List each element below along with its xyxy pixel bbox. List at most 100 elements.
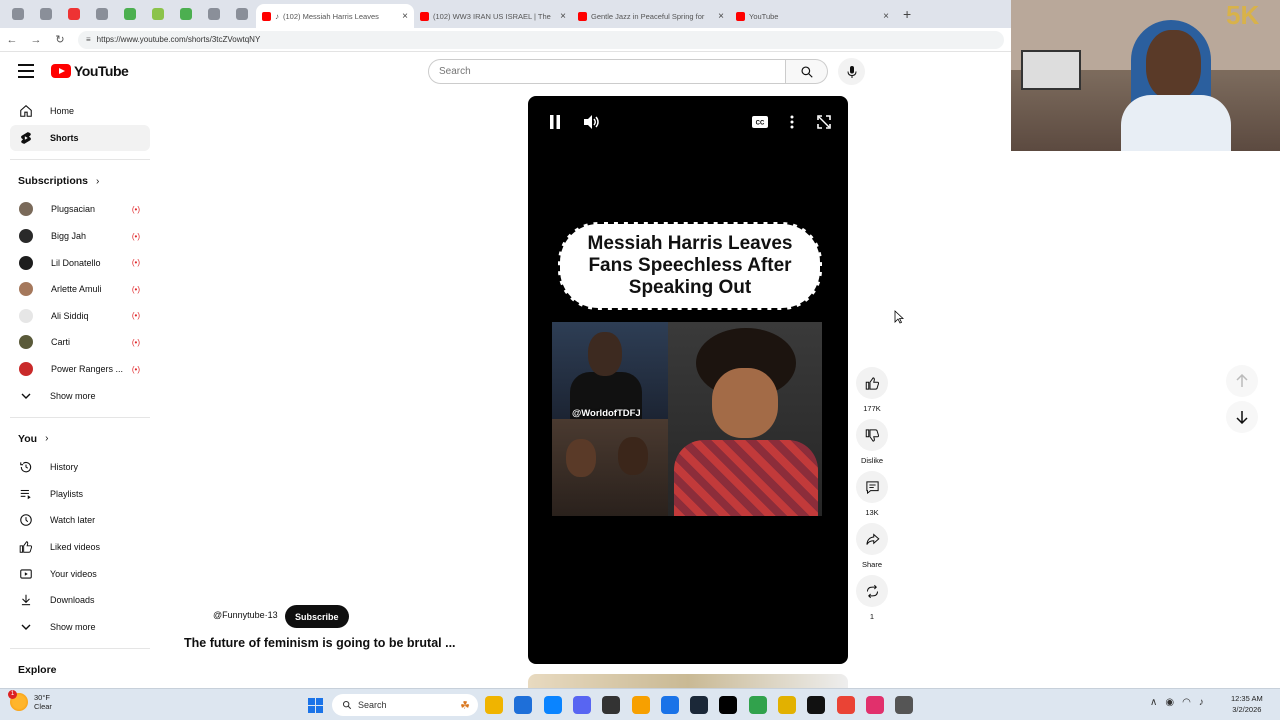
back-icon[interactable]: ← [0,34,24,46]
browser-tab[interactable]: YouTube × [730,4,895,28]
menu-icon[interactable] [18,64,34,78]
taskbar-app-icon[interactable] [602,696,621,714]
youtube-logo[interactable]: YouTube [51,63,129,79]
taskbar-app-icon[interactable] [778,696,796,714]
network-icon[interactable]: ◉ [1165,697,1174,708]
sidebar-item-watch-later[interactable]: Watch later [10,507,150,534]
sidebar-item-your-videos[interactable]: Your videos [10,560,150,587]
previous-short-button[interactable] [1226,365,1258,397]
new-tab-button[interactable]: + [903,6,911,22]
subscription-item[interactable]: Carti (•) [10,329,150,356]
pinned-tab[interactable] [32,3,60,25]
sidebar-item-home[interactable]: Home [10,98,150,125]
sidebar-item-history[interactable]: History [10,454,150,481]
taskbar-app-icon[interactable] [572,696,591,714]
tab-close-icon[interactable]: × [560,11,566,22]
remix-action: 1 [856,575,888,621]
tab-close-icon[interactable]: × [402,11,408,22]
url-field[interactable]: ≡ https://www.youtube.com/shorts/3tcZVow… [78,30,1004,49]
pinned-tab[interactable] [200,3,228,25]
captions-button[interactable]: CC [750,112,770,132]
subscription-item[interactable]: Lil Donatello (•) [10,249,150,276]
taskbar-app-icon[interactable] [719,696,738,714]
you-heading[interactable]: You › [10,424,150,454]
logo-text: YouTube [74,63,129,79]
comments-button[interactable] [856,471,888,503]
taskbar-app-icon[interactable] [836,696,855,714]
sidebar-item-label: Home [50,106,75,117]
system-tray[interactable]: ∧ ◉ ◠ ♪ [1150,697,1204,708]
taskbar-app-icon[interactable] [748,696,767,714]
tray-overflow-icon[interactable]: ∧ [1150,697,1157,708]
channel-handle[interactable]: @Funnytube·13 [213,610,278,620]
subscription-item[interactable]: Arlette Amuli (•) [10,276,150,303]
fullscreen-button[interactable] [814,112,834,132]
sidebar-item-liked-videos[interactable]: Liked videos [10,534,150,561]
next-short-button[interactable] [1226,401,1258,433]
taskbar-app-icon[interactable] [660,696,679,714]
pinned-tab[interactable] [172,3,200,25]
browser-tab[interactable]: ♪ (102) Messiah Harris Leaves × [256,4,414,28]
your-videos-icon [18,566,34,582]
mouse-cursor-icon [894,310,904,324]
pause-button[interactable] [545,112,565,132]
subscribe-button[interactable]: Subscribe [285,605,349,628]
reload-icon[interactable]: ↻ [48,33,72,46]
pinned-tab[interactable] [228,3,256,25]
sidebar-item-playlists[interactable]: Playlists [10,481,150,508]
share-icon [865,532,880,545]
volume-icon [584,115,599,129]
sidebar-item-downloads[interactable]: Downloads [10,587,150,614]
pinned-tab[interactable] [144,3,172,25]
taskbar-app-icon[interactable] [631,696,650,714]
dislike-button[interactable] [856,419,888,451]
tab-close-icon[interactable]: × [718,11,724,22]
search-button[interactable] [786,59,828,84]
video-title[interactable]: The future of feminism is going to be br… [184,636,456,650]
windows-start-icon[interactable] [308,698,323,713]
more-options-button[interactable] [782,112,802,132]
show-more-you[interactable]: Show more [10,614,150,641]
show-more-subscriptions[interactable]: Show more [10,382,150,409]
taskbar-app-icon[interactable] [514,696,533,714]
subscription-item[interactable]: Plugsacian (•) [10,196,150,223]
volume-icon[interactable]: ♪ [1199,697,1204,708]
sidebar-item-label: Liked videos [50,542,101,553]
voice-search-button[interactable] [838,58,865,85]
browser-tab[interactable]: (102) WW3 IRAN US ISRAEL | The × [414,4,572,28]
remix-button[interactable] [856,575,888,607]
share-button[interactable] [856,523,888,555]
taskbar-search[interactable]: Search ☘ [332,694,478,716]
wifi-icon[interactable]: ◠ [1182,697,1191,708]
taskbar-app-icon[interactable] [895,696,914,714]
clock[interactable]: 12:35 AM 3/2/2026 [1231,693,1263,715]
browser-tab[interactable]: Gentle Jazz in Peaceful Spring for × [572,4,730,28]
shorts-player[interactable]: CC Messiah Harris Leaves Fans Speechless… [528,96,848,664]
tab-audio-icon[interactable]: ♪ [275,12,279,21]
pinned-tab[interactable] [88,3,116,25]
channel-avatar [19,308,33,323]
svg-text:CC: CC [756,121,765,127]
weather-widget[interactable]: 1 30°F Clear [8,690,52,711]
site-info-icon[interactable]: ≡ [86,35,91,44]
taskbar-app-icon[interactable] [690,696,709,714]
pinned-tab[interactable] [116,3,144,25]
like-button[interactable] [856,367,888,399]
search-input[interactable] [428,59,786,84]
taskbar-app-icon[interactable] [543,696,562,714]
taskbar-app-icon[interactable] [865,696,884,714]
subscription-item[interactable]: Power Rangers ... (•) [10,356,150,383]
volume-button[interactable] [582,112,602,132]
subscriptions-heading[interactable]: Subscriptions › [10,166,150,196]
subscription-item[interactable]: Bigg Jah (•) [10,223,150,250]
taskbar-app-icon[interactable] [485,696,503,714]
tab-close-icon[interactable]: × [883,11,889,22]
sidebar-item-label: Playlists [50,488,84,499]
pinned-tab[interactable] [60,3,88,25]
subscription-item[interactable]: Ali Siddiq (•) [10,303,150,330]
sidebar-item-shorts[interactable]: Shorts [10,124,150,152]
arrow-up-icon [1236,374,1248,387]
forward-icon[interactable]: → [24,34,48,46]
pinned-tab[interactable] [4,3,32,25]
taskbar-app-icon[interactable] [807,696,826,714]
